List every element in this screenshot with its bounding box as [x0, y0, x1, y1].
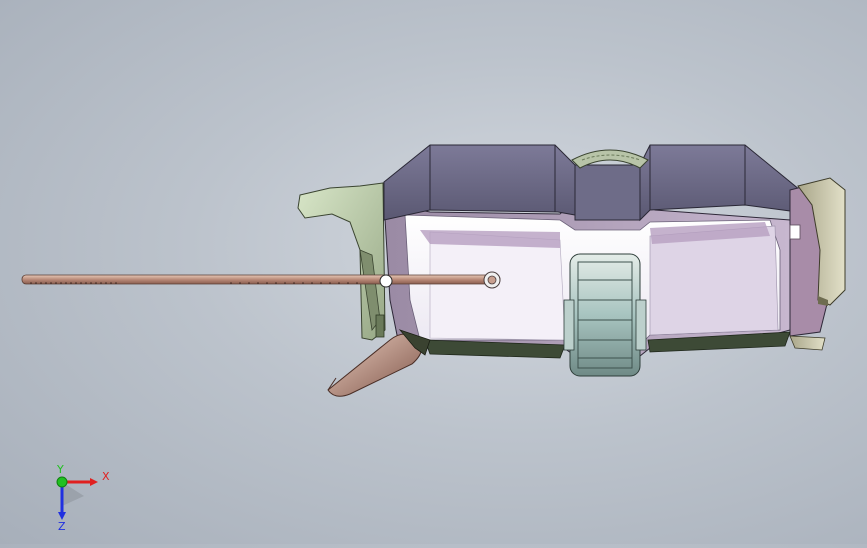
y-axis-label: Y	[56, 463, 64, 476]
left-bracket[interactable]	[297, 182, 386, 341]
nozzle-tip[interactable]	[327, 329, 431, 397]
roller-wheel[interactable]	[563, 253, 647, 377]
3d-viewport[interactable]: X Y Z	[0, 0, 867, 544]
model-render[interactable]	[0, 0, 867, 544]
x-axis-label: X	[102, 470, 110, 483]
y-axis-dot-icon	[56, 476, 68, 488]
x-arrowhead-icon	[90, 478, 98, 486]
z-arrowhead-icon	[58, 512, 66, 520]
coordinate-triad: X Y Z	[56, 463, 110, 530]
z-axis-label: Z	[58, 520, 66, 530]
